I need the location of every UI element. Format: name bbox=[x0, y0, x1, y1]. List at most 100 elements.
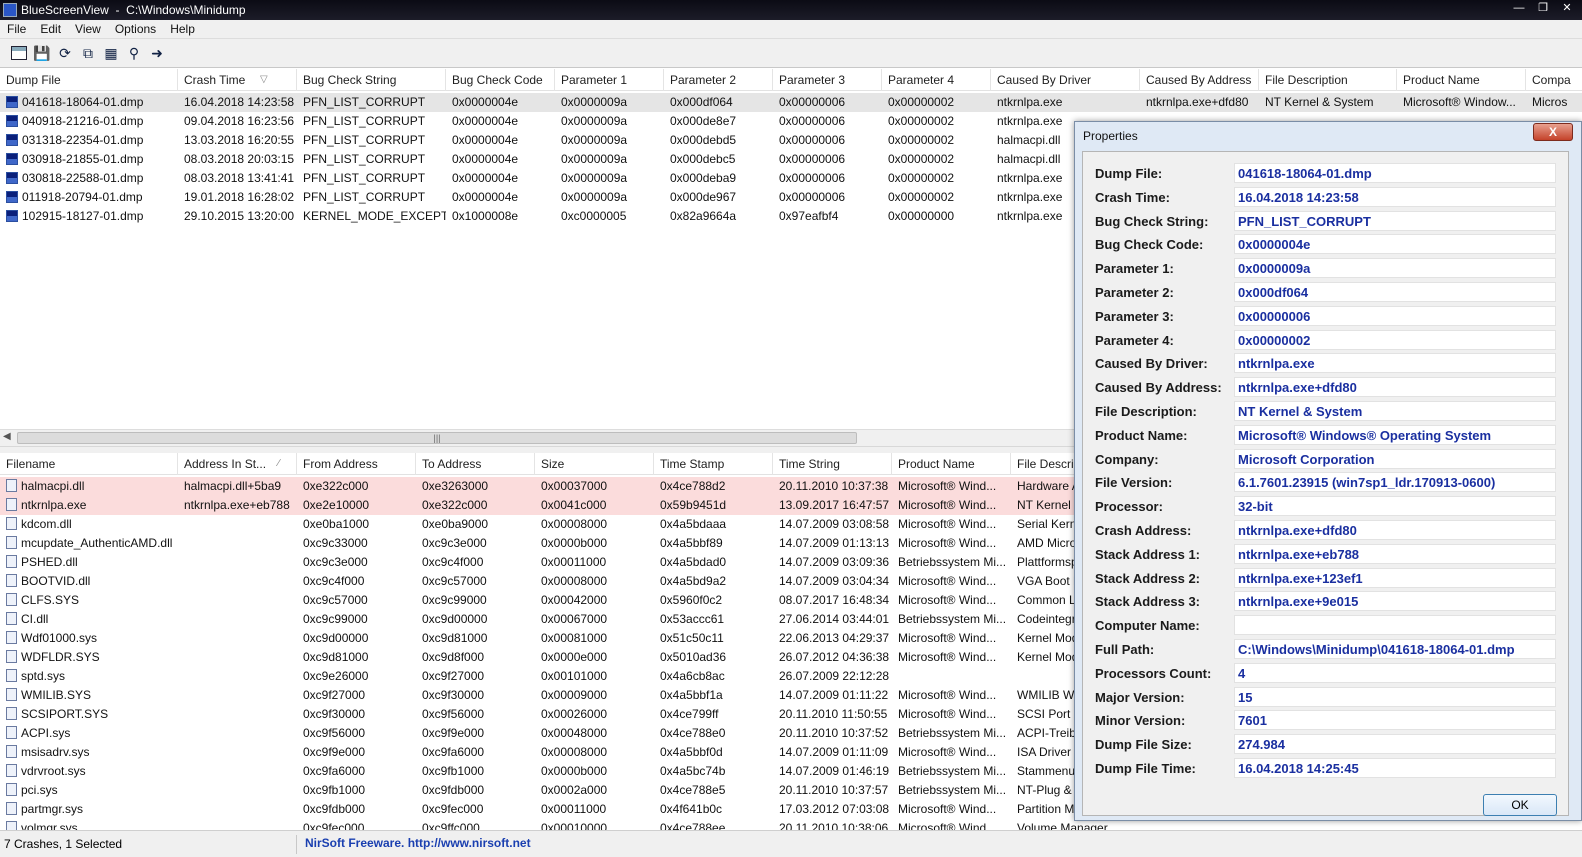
property-value[interactable]: PFN_LIST_CORRUPT bbox=[1234, 210, 1556, 231]
cell-text: 0xc9ffc000 bbox=[422, 821, 480, 830]
table-cell: Microsoft® Wind... bbox=[892, 534, 1011, 553]
col-header[interactable]: File Description bbox=[1259, 69, 1397, 91]
properties-icon bbox=[11, 46, 27, 60]
cell-text: sptd.sys bbox=[21, 669, 66, 683]
col-header[interactable]: Caused By Address bbox=[1140, 69, 1259, 91]
property-value[interactable]: 16.04.2018 14:23:58 bbox=[1234, 186, 1556, 207]
driver-file-icon bbox=[6, 669, 17, 682]
table-cell: 0x00048000 bbox=[535, 724, 654, 743]
col-header[interactable]: Size bbox=[535, 453, 654, 475]
cell-text: 0x000debd5 bbox=[670, 133, 737, 147]
col-header[interactable]: Parameter 4 bbox=[882, 69, 991, 91]
horizontal-scrollbar[interactable]: ◀ ||| bbox=[0, 429, 1080, 446]
exit-button[interactable]: ➜ bbox=[146, 42, 168, 64]
property-value[interactable]: 16.04.2018 14:25:45 bbox=[1234, 758, 1556, 778]
scroll-left-icon[interactable]: ◀ bbox=[3, 431, 11, 442]
col-header[interactable]: From Address bbox=[297, 453, 416, 475]
properties-button[interactable] bbox=[8, 42, 30, 64]
col-header[interactable]: Filename bbox=[0, 453, 178, 475]
property-value[interactable]: 32-bit bbox=[1234, 496, 1556, 517]
property-value[interactable]: ntkrnlpa.exe+9e015 bbox=[1234, 591, 1556, 612]
property-value[interactable]: ntkrnlpa.exe+dfd80 bbox=[1234, 377, 1556, 398]
copy-button[interactable]: ⧉ bbox=[77, 42, 99, 64]
menu-view[interactable]: View bbox=[68, 22, 108, 36]
property-value[interactable]: C:\Windows\Minidump\041618-18064-01.dmp bbox=[1234, 639, 1556, 659]
property-value[interactable]: 15 bbox=[1234, 686, 1556, 707]
scroll-thumb[interactable]: ||| bbox=[17, 432, 857, 444]
col-header[interactable]: To Address bbox=[416, 453, 535, 475]
cell-text: 0x4a6cb8ac bbox=[660, 669, 725, 683]
col-header[interactable]: Crash Time bbox=[178, 69, 297, 91]
property-value[interactable]: 0x000df064 bbox=[1234, 282, 1556, 302]
col-header[interactable]: Parameter 3 bbox=[773, 69, 882, 91]
property-label: Minor Version: bbox=[1095, 713, 1186, 729]
property-value[interactable]: 4 bbox=[1234, 662, 1556, 683]
menu-edit[interactable]: Edit bbox=[33, 22, 68, 36]
table-cell: 0x00008000 bbox=[535, 743, 654, 762]
property-value[interactable] bbox=[1234, 615, 1556, 636]
property-value[interactable]: ntkrnlpa.exe+123ef1 bbox=[1234, 567, 1556, 588]
table-cell: 0x00008000 bbox=[535, 572, 654, 591]
table-row[interactable]: 041618-18064-01.dmp 16.04.2018 14:23:58 PF… bbox=[0, 93, 1582, 112]
menu-options[interactable]: Options bbox=[108, 22, 163, 36]
property-value[interactable]: 041618-18064-01.dmp bbox=[1234, 163, 1556, 183]
property-value[interactable]: 0x0000009a bbox=[1234, 258, 1556, 279]
table-cell: 09.04.2018 16:23:56 bbox=[178, 112, 297, 131]
nirsoft-link[interactable]: NirSoft Freeware. http://www.nirsoft.net bbox=[305, 835, 531, 854]
property-value[interactable]: NT Kernel & System bbox=[1234, 401, 1556, 421]
maximize-button[interactable]: ❐ bbox=[1532, 1, 1554, 17]
property-value[interactable]: 0x00000002 bbox=[1234, 329, 1556, 350]
property-value[interactable]: 0x0000004e bbox=[1234, 234, 1556, 255]
property-value[interactable]: Microsoft® Windows® Operating System bbox=[1234, 424, 1556, 445]
col-header[interactable]: Parameter 2 bbox=[664, 69, 773, 91]
col-header[interactable]: Dump File bbox=[0, 69, 178, 91]
driver-file-icon bbox=[6, 631, 17, 644]
table-cell: 14.07.2009 01:11:22 bbox=[773, 686, 892, 705]
property-label: Major Version: bbox=[1095, 689, 1185, 705]
table-cell: 0xe0ba1000 bbox=[297, 515, 416, 534]
menu-help[interactable]: Help bbox=[163, 22, 202, 36]
driver-file-icon bbox=[6, 479, 17, 492]
cell-text: halmacpi.dll+5ba9 bbox=[184, 479, 282, 493]
refresh-button[interactable]: ⟳ bbox=[54, 42, 76, 64]
property-label: Crash Time: bbox=[1095, 189, 1170, 205]
save-button[interactable]: 💾 bbox=[31, 42, 53, 64]
property-value[interactable]: 6.1.7601.23915 (win7sp1_ldr.170913-0600) bbox=[1234, 472, 1556, 493]
col-header[interactable]: Time String bbox=[773, 453, 892, 475]
col-header[interactable]: Parameter 1 bbox=[555, 69, 664, 91]
property-value[interactable]: ntkrnlpa.exe+eb788 bbox=[1234, 543, 1556, 564]
property-label: File Version: bbox=[1095, 475, 1173, 491]
col-header[interactable]: Bug Check String bbox=[297, 69, 446, 91]
close-window-button[interactable]: ✕ bbox=[1556, 1, 1578, 17]
table-cell: 0x0000004e bbox=[446, 131, 555, 150]
property-value[interactable]: 274.984 bbox=[1234, 734, 1556, 755]
table-cell: 14.07.2009 03:04:34 bbox=[773, 572, 892, 591]
cell-text: 0x0002a000 bbox=[541, 783, 608, 797]
minimize-button[interactable]: — bbox=[1508, 1, 1530, 17]
menu-file[interactable]: File bbox=[0, 22, 33, 36]
col-header[interactable]: Time Stamp bbox=[654, 453, 773, 475]
driver-file-icon bbox=[6, 821, 17, 830]
table-cell: 0x00081000 bbox=[535, 629, 654, 648]
property-value[interactable]: ntkrnlpa.exe+dfd80 bbox=[1234, 520, 1556, 540]
property-value[interactable]: Microsoft Corporation bbox=[1234, 448, 1556, 469]
col-header[interactable]: Product Name bbox=[892, 453, 1011, 475]
property-value[interactable]: 7601 bbox=[1234, 710, 1556, 731]
refresh-icon: ⟳ bbox=[59, 44, 71, 61]
cell-text: ntkrnlpa.exe bbox=[997, 209, 1063, 223]
table-cell bbox=[178, 629, 297, 648]
col-header[interactable]: Compa bbox=[1526, 69, 1582, 91]
dialog-close-button[interactable]: X bbox=[1533, 123, 1573, 141]
find-button[interactable]: ⚲ bbox=[123, 42, 145, 64]
col-header[interactable]: Caused By Driver bbox=[991, 69, 1140, 91]
report-button[interactable]: ▦ bbox=[100, 42, 122, 64]
property-value[interactable]: ntkrnlpa.exe bbox=[1234, 353, 1556, 374]
table-cell: WMILIB.SYS bbox=[0, 686, 178, 705]
ok-button[interactable]: OK bbox=[1483, 794, 1557, 816]
property-value[interactable]: 0x00000006 bbox=[1234, 305, 1556, 326]
cell-text: 26.07.2012 04:36:38 bbox=[779, 650, 890, 664]
col-header[interactable]: Bug Check Code bbox=[446, 69, 555, 91]
col-header[interactable]: Product Name bbox=[1397, 69, 1526, 91]
cell-text: 0xc9fec000 bbox=[422, 802, 484, 816]
cell-text: 0x0000b000 bbox=[541, 536, 608, 550]
